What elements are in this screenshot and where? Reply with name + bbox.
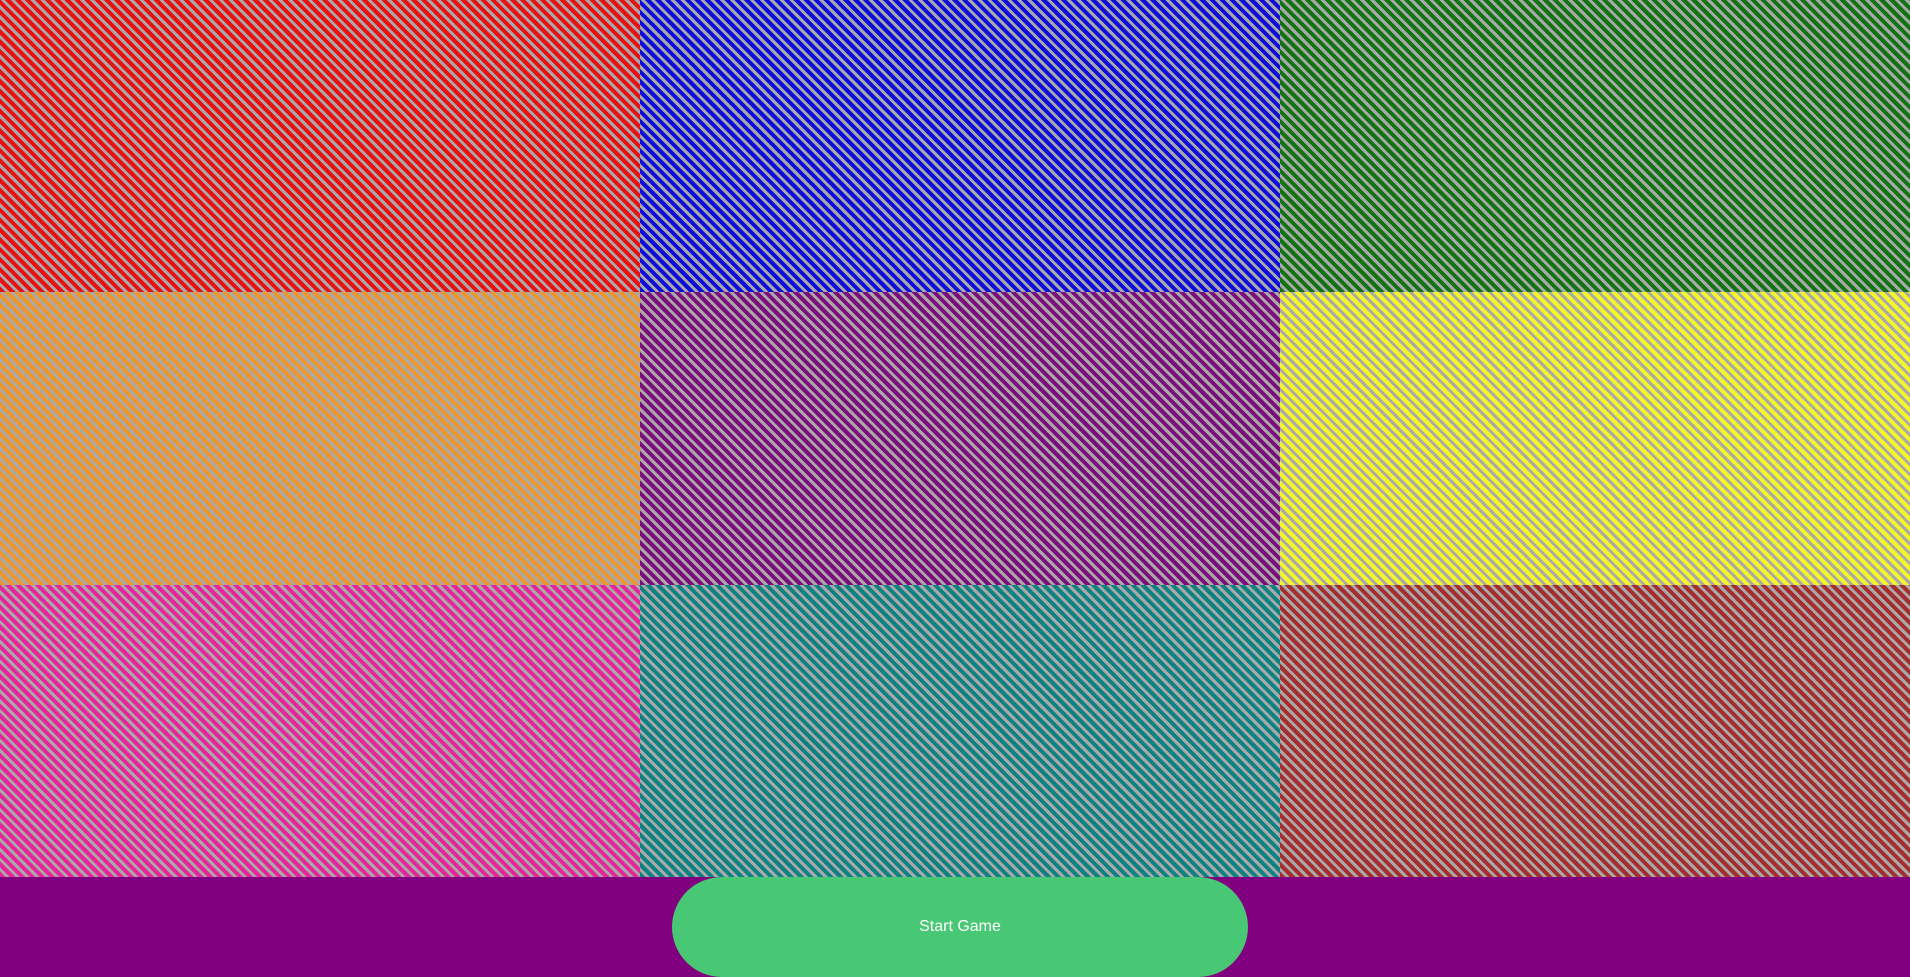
tile-orange[interactable] [0,292,640,585]
tile-brown[interactable] [1280,585,1910,877]
tile-teal[interactable] [640,585,1280,877]
tile-pink[interactable] [0,585,640,877]
tile-purple[interactable] [640,292,1280,585]
tile-blue[interactable] [640,0,1280,292]
start-game-button[interactable]: Start Game [672,877,1248,977]
tile-red[interactable] [0,0,640,292]
tile-green[interactable] [1280,0,1910,292]
tile-yellow[interactable] [1280,292,1910,585]
color-tile-board [0,0,1910,877]
